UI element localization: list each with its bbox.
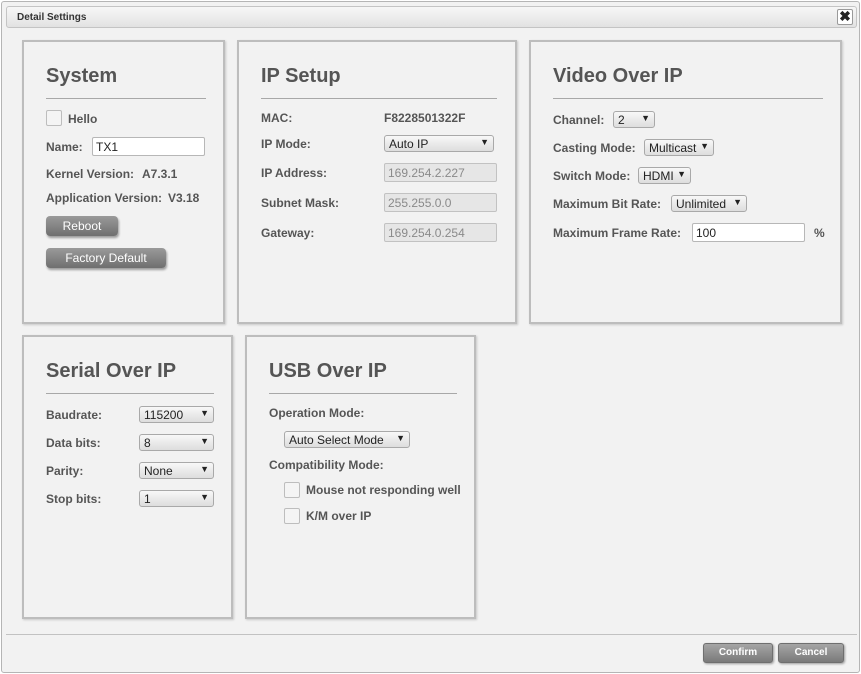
kernel-version-value: A7.3.1 (142, 167, 178, 181)
stop-bits-label: Stop bits: (46, 492, 102, 506)
detail-settings-dialog: Detail Settings ✖ System Hello Name: Ker… (1, 1, 860, 673)
stop-bits-value: 1 (144, 492, 151, 506)
max-frame-rate-input[interactable] (692, 223, 805, 242)
serial-over-ip-divider (46, 393, 214, 394)
max-bit-rate-select[interactable]: Unlimited ▼ (671, 195, 747, 212)
gateway-field[interactable]: 169.254.0.254 (384, 223, 497, 242)
dropdown-arrow-icon: ▼ (200, 436, 209, 446)
application-version-label: Application Version: (46, 191, 163, 205)
serial-over-ip-panel: Serial Over IP Baudrate: 115200 ▼ Data b… (22, 335, 233, 619)
reboot-button[interactable]: Reboot (46, 216, 118, 236)
name-label: Name: (46, 140, 83, 154)
channel-value: 2 (618, 113, 625, 127)
factory-default-button[interactable]: Factory Default (46, 248, 166, 268)
switch-mode-label: Switch Mode: (553, 169, 631, 183)
ip-setup-heading: IP Setup (261, 65, 341, 87)
close-button[interactable]: ✖ (837, 9, 853, 25)
ip-address-field[interactable]: 169.254.2.227 (384, 163, 497, 182)
km-over-ip-checkbox[interactable] (284, 508, 300, 524)
hello-label: Hello (68, 112, 98, 126)
switch-mode-select[interactable]: HDMI ▼ (638, 167, 691, 184)
usb-over-ip-divider (269, 393, 457, 394)
ip-mode-value: Auto IP (389, 137, 429, 151)
subnet-mask-field[interactable]: 255.255.0.0 (384, 193, 497, 212)
mouse-not-responding-checkbox[interactable] (284, 482, 300, 498)
cancel-button[interactable]: Cancel (778, 643, 844, 663)
parity-label: Parity: (46, 464, 84, 478)
dropdown-arrow-icon: ▼ (200, 492, 209, 502)
application-version-value: V3.18 (168, 191, 200, 205)
baudrate-label: Baudrate: (46, 408, 103, 422)
close-icon: ✖ (839, 8, 851, 24)
max-bit-rate-label: Maximum Bit Rate: (553, 197, 662, 211)
switch-mode-value: HDMI (643, 169, 674, 183)
subnet-mask-label: Subnet Mask: (261, 196, 340, 210)
stop-bits-select[interactable]: 1 ▼ (139, 490, 214, 507)
kernel-version-label: Kernel Version: (46, 167, 135, 181)
data-bits-select[interactable]: 8 ▼ (139, 434, 214, 451)
video-over-ip-divider (553, 98, 823, 99)
dropdown-arrow-icon: ▼ (733, 197, 742, 207)
parity-select[interactable]: None ▼ (139, 462, 214, 479)
parity-value: None (144, 464, 173, 478)
video-over-ip-panel: Video Over IP Channel: 2 ▼ Casting Mode:… (529, 40, 842, 324)
dropdown-arrow-icon: ▼ (200, 408, 209, 418)
ip-setup-panel: IP Setup MAC: F8228501322F IP Mode: Auto… (237, 40, 517, 324)
dropdown-arrow-icon: ▼ (480, 137, 489, 147)
serial-over-ip-heading: Serial Over IP (46, 360, 177, 382)
mouse-not-responding-label: Mouse not responding well (306, 483, 461, 497)
dialog-title: Detail Settings (17, 12, 87, 23)
name-input[interactable] (92, 137, 205, 156)
casting-mode-select[interactable]: Multicast ▼ (644, 139, 714, 156)
title-bar: Detail Settings ✖ (6, 6, 857, 28)
dropdown-arrow-icon: ▼ (396, 433, 405, 443)
ip-mode-select[interactable]: Auto IP ▼ (384, 135, 494, 152)
usb-over-ip-panel: USB Over IP Operation Mode: Auto Select … (245, 335, 476, 619)
casting-mode-label: Casting Mode: (553, 141, 636, 155)
system-heading: System (46, 65, 118, 87)
frame-rate-unit: % (814, 226, 825, 240)
km-over-ip-label: K/M over IP (306, 509, 372, 523)
max-frame-rate-label: Maximum Frame Rate: (553, 226, 682, 240)
hello-checkbox[interactable] (46, 110, 62, 126)
baudrate-value: 115200 (144, 408, 184, 422)
data-bits-label: Data bits: (46, 436, 101, 450)
baudrate-select[interactable]: 115200 ▼ (139, 406, 214, 423)
footer-divider (6, 634, 857, 635)
usb-over-ip-heading: USB Over IP (269, 360, 387, 382)
video-over-ip-heading: Video Over IP (553, 65, 683, 87)
operation-mode-label: Operation Mode: (269, 406, 365, 420)
channel-select[interactable]: 2 ▼ (613, 111, 655, 128)
data-bits-value: 8 (144, 436, 151, 450)
gateway-label: Gateway: (261, 226, 315, 240)
max-bit-rate-value: Unlimited (676, 197, 727, 211)
operation-mode-select[interactable]: Auto Select Mode ▼ (284, 431, 410, 448)
dropdown-arrow-icon: ▼ (700, 141, 709, 151)
dropdown-arrow-icon: ▼ (641, 113, 650, 123)
confirm-button[interactable]: Confirm (703, 643, 773, 663)
mac-label: MAC: (261, 111, 293, 125)
ip-mode-label: IP Mode: (261, 137, 311, 151)
operation-mode-value: Auto Select Mode (289, 433, 384, 447)
ip-setup-divider (261, 98, 497, 99)
channel-label: Channel: (553, 113, 605, 127)
system-panel: System Hello Name: Kernel Version: A7.3.… (22, 40, 225, 324)
ip-address-label: IP Address: (261, 166, 328, 180)
system-divider (46, 98, 206, 99)
dropdown-arrow-icon: ▼ (677, 169, 686, 179)
mac-value: F8228501322F (384, 111, 466, 125)
dropdown-arrow-icon: ▼ (200, 464, 209, 474)
compatibility-mode-label: Compatibility Mode: (269, 458, 384, 472)
casting-mode-value: Multicast (649, 141, 697, 155)
